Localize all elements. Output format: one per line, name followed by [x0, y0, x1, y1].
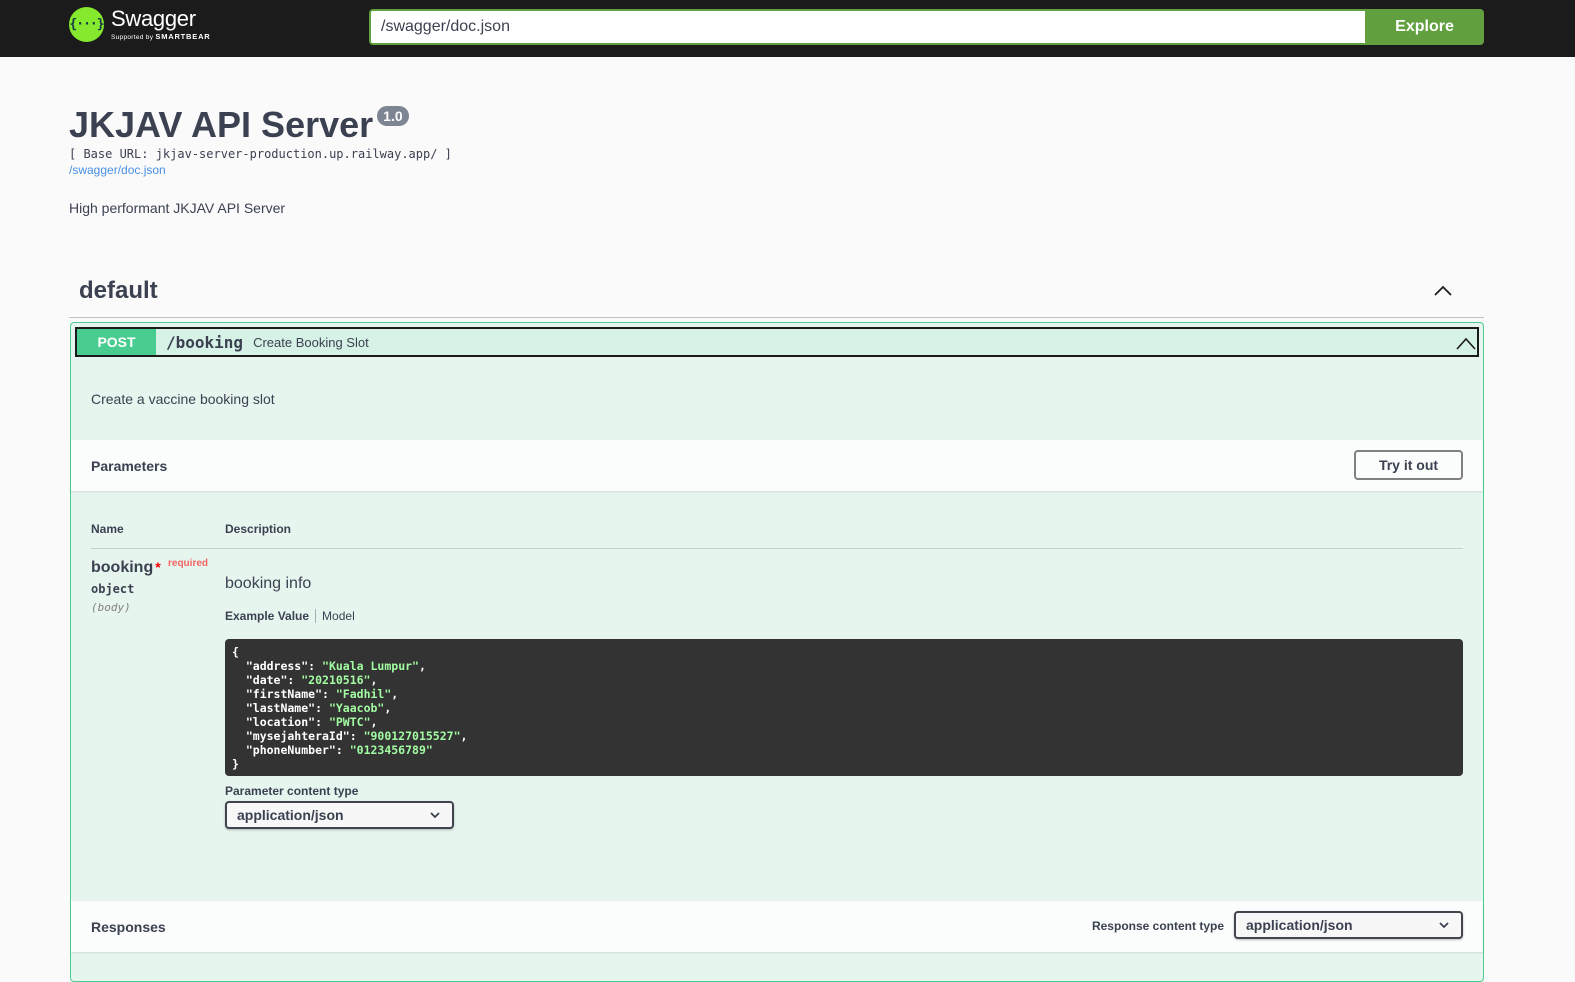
tab-example-value[interactable]: Example Value — [225, 609, 309, 623]
tag-header-default[interactable]: default — [69, 272, 1484, 318]
param-name: booking * — [91, 559, 161, 576]
column-header-name: Name — [91, 522, 124, 536]
spec-url-input[interactable] — [369, 9, 1365, 45]
operation-path: /booking — [166, 332, 244, 352]
responses-header: Responses Response content type applicat… — [71, 901, 1483, 952]
code-key: "phoneNumber" — [232, 743, 336, 757]
opblock-post-booking: POST /booking Create Booking Slot Create… — [70, 322, 1484, 982]
page-title: JKJAV API Server — [69, 104, 374, 145]
logo-name: Swagger — [111, 5, 196, 31]
code-brace: } — [232, 757, 239, 771]
code-key: "location" — [232, 715, 316, 729]
tab-model[interactable]: Model — [322, 609, 355, 623]
code-brace: { — [232, 645, 239, 659]
example-model-tabs: Example Value Model — [225, 609, 355, 623]
response-content-type-select[interactable]: application/json — [1234, 911, 1463, 939]
parameter-content-type-select[interactable]: application/json — [225, 801, 454, 829]
response-content-type-label: Response content type — [1091, 919, 1224, 933]
api-info: JKJAV API Server 1.0 [ Base URL: jkjav-se… — [69, 104, 1069, 216]
base-url: [ Base URL: jkjav-server-production.up.r… — [69, 147, 452, 161]
operation-summary: Create Booking Slot — [253, 334, 369, 350]
spec-link[interactable]: /swagger/doc.json — [69, 163, 1069, 177]
version-badge: 1.0 — [377, 106, 409, 126]
example-value-code: { "address": "Kuala Lumpur", "date": "20… — [225, 639, 1463, 776]
param-required-label: required — [168, 558, 209, 569]
try-it-out-button[interactable]: Try it out — [1354, 450, 1463, 480]
method-badge: POST — [77, 329, 156, 355]
responses-title: Responses — [91, 919, 166, 935]
divider — [91, 548, 1463, 549]
code-value: "0123456789" — [349, 743, 433, 757]
code-key: "date" — [232, 673, 288, 687]
code-key: "lastName" — [232, 701, 316, 715]
code-key: "firstName" — [232, 687, 323, 701]
code-value: "Fadhil" — [335, 687, 392, 701]
param-type: object — [91, 582, 135, 596]
swagger-logo-icon: {···} — [69, 7, 105, 42]
code-value: "Kuala Lumpur" — [322, 659, 419, 673]
code-value: "PWTC" — [328, 715, 371, 729]
parameters-title: Parameters — [91, 458, 168, 474]
param-description: booking info — [225, 575, 312, 592]
chevron-down-icon — [1439, 922, 1449, 929]
tag-title: default — [79, 277, 158, 304]
chevron-up-icon[interactable] — [1455, 332, 1477, 352]
chevron-down-icon — [430, 812, 440, 819]
param-in: (body) — [91, 601, 131, 614]
code-value: "Yaacob" — [328, 701, 385, 715]
swagger-logo[interactable]: {···} Swagger Supported by SMARTBEAR — [69, 7, 211, 42]
column-header-description: Description — [225, 522, 292, 536]
parameter-content-type-label: Parameter content type — [225, 784, 359, 798]
operation-description: Create a vaccine booking slot — [91, 391, 275, 407]
code-key: "address" — [232, 659, 309, 673]
code-value: "900127015527" — [363, 729, 461, 743]
explore-button[interactable]: Explore — [1365, 9, 1484, 45]
topbar: {···} Swagger Supported by SMARTBEAR Exp… — [0, 0, 1575, 57]
api-description: High performant JKJAV API Server — [69, 200, 286, 216]
logo-subtitle: Supported by SMARTBEAR — [111, 31, 211, 41]
parameters-header: Parameters Try it out — [71, 440, 1483, 491]
code-key: "mysejahteraId" — [232, 729, 350, 743]
code-value: "20210516" — [301, 673, 371, 687]
tab-divider — [315, 609, 317, 623]
opblock-summary[interactable]: POST /booking Create Booking Slot — [75, 327, 1479, 357]
chevron-up-icon[interactable] — [1432, 282, 1454, 298]
